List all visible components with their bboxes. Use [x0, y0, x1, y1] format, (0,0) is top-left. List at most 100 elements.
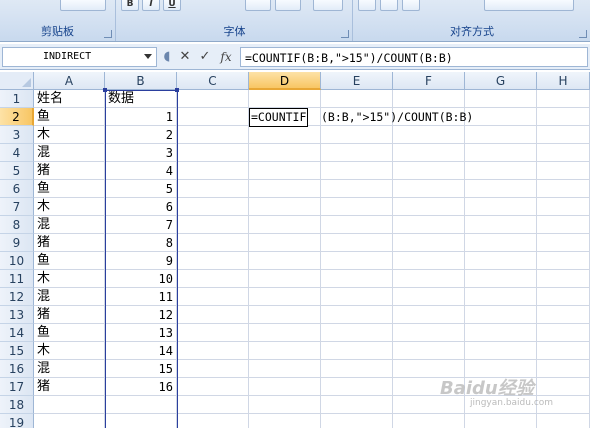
cancel-icon[interactable]: ✕ [176, 47, 194, 67]
column-header-e[interactable]: E [321, 72, 393, 90]
row-header-2[interactable]: 2 [0, 108, 34, 126]
selection-border-top [105, 90, 178, 91]
cell-b1-header[interactable]: 数据 [105, 90, 177, 108]
cell-name[interactable]: 猪 [34, 378, 105, 396]
column-header-c[interactable]: C [177, 72, 249, 90]
align-left-button[interactable] [358, 0, 376, 11]
cell-value[interactable]: 10 [105, 270, 177, 288]
editing-cell-overflow: (B:B,">15")/COUNT(B:B) [321, 110, 474, 124]
enter-icon[interactable]: ✓ [196, 47, 214, 67]
row-header-16[interactable]: 16 [0, 360, 34, 378]
align-center-button[interactable] [380, 0, 398, 11]
cell-name[interactable]: 猪 [34, 162, 105, 180]
row-header-6[interactable]: 6 [0, 180, 34, 198]
select-all-corner[interactable] [0, 72, 34, 90]
row-header-11[interactable]: 11 [0, 270, 34, 288]
alignment-group: 对齐方式 [354, 0, 590, 41]
cell-value[interactable]: 7 [105, 216, 177, 234]
column-header-a[interactable]: A [34, 72, 105, 90]
cell-value[interactable]: 15 [105, 360, 177, 378]
name-box[interactable]: INDIRECT [2, 47, 157, 67]
cell-value[interactable]: 11 [105, 288, 177, 306]
selection-handle[interactable] [175, 88, 179, 92]
cell-value[interactable]: 4 [105, 162, 177, 180]
row-header-15[interactable]: 15 [0, 342, 34, 360]
cell-value[interactable]: 8 [105, 234, 177, 252]
watermark-url: jingyan.baidu.com [470, 398, 554, 408]
cell-name[interactable]: 猪 [34, 234, 105, 252]
name-box-dropdown-icon[interactable] [144, 54, 152, 59]
row-header-12[interactable]: 12 [0, 288, 34, 306]
cell-name[interactable]: 混 [34, 216, 105, 234]
formula-tools: ◖ ✕ ✓ fx [160, 47, 236, 67]
row-header-5[interactable]: 5 [0, 162, 34, 180]
column-header-h[interactable]: H [537, 72, 590, 90]
ribbon: 剪贴板 B I U 字体 对齐方式 [0, 0, 590, 42]
cell-name[interactable]: 鱼 [34, 180, 105, 198]
cell-name[interactable]: 鱼 [34, 108, 105, 126]
cell-value[interactable]: 6 [105, 198, 177, 216]
cell-value[interactable]: 5 [105, 180, 177, 198]
row-header-19[interactable]: 19 [0, 414, 34, 428]
cell-value[interactable]: 1 [105, 108, 177, 126]
cell-value[interactable]: 2 [105, 126, 177, 144]
gridline-horizontal [34, 413, 590, 414]
bold-button[interactable]: B [121, 0, 139, 11]
column-header-d[interactable]: D [249, 72, 321, 90]
formula-input[interactable]: =COUNTIF(B:B,">15")/COUNT(B:B) [240, 47, 588, 67]
clipboard-group: 剪贴板 [0, 0, 116, 41]
format-painter-button[interactable] [60, 0, 106, 11]
cell-a1-header[interactable]: 姓名 [34, 90, 105, 108]
row-header-17[interactable]: 17 [0, 378, 34, 396]
phonetic-button[interactable] [313, 0, 343, 11]
cell-value[interactable]: 3 [105, 144, 177, 162]
select-all-icon [22, 78, 31, 87]
fill-color-button[interactable] [245, 0, 271, 11]
column-header-g[interactable]: G [465, 72, 537, 90]
cell-value[interactable]: 12 [105, 306, 177, 324]
row-header-10[interactable]: 10 [0, 252, 34, 270]
column-header-f[interactable]: F [393, 72, 465, 90]
font-color-button[interactable] [275, 0, 301, 11]
cell-value[interactable]: 14 [105, 342, 177, 360]
align-right-button[interactable] [402, 0, 420, 11]
clipboard-launcher-icon[interactable] [104, 30, 112, 38]
clipboard-group-label: 剪贴板 [41, 25, 74, 38]
cell-name[interactable]: 猪 [34, 306, 105, 324]
cell-name[interactable]: 木 [34, 126, 105, 144]
row-header-1[interactable]: 1 [0, 90, 34, 108]
font-launcher-icon[interactable] [341, 30, 349, 38]
insert-function-icon[interactable]: fx [216, 47, 236, 67]
cell-value[interactable]: 16 [105, 378, 177, 396]
row-header-4[interactable]: 4 [0, 144, 34, 162]
editing-cell-d2[interactable]: =COUNTIF [249, 108, 309, 127]
row-header-9[interactable]: 9 [0, 234, 34, 252]
merge-center-button[interactable] [484, 0, 574, 11]
row-header-8[interactable]: 8 [0, 216, 34, 234]
cell-name[interactable]: 鱼 [34, 324, 105, 342]
alignment-launcher-icon[interactable] [579, 30, 587, 38]
italic-button[interactable]: I [142, 0, 160, 11]
cell-name[interactable]: 木 [34, 270, 105, 288]
cell-name[interactable]: 混 [34, 360, 105, 378]
row-header-7[interactable]: 7 [0, 198, 34, 216]
cell-name[interactable]: 木 [34, 342, 105, 360]
cell-name[interactable]: 混 [34, 288, 105, 306]
row-header-18[interactable]: 18 [0, 396, 34, 414]
formula-bar-separator-icon: ◖ [163, 49, 171, 64]
cell-name[interactable]: 木 [34, 198, 105, 216]
cell-name[interactable]: 混 [34, 144, 105, 162]
row-header-14[interactable]: 14 [0, 324, 34, 342]
formula-bar: INDIRECT ◖ ✕ ✓ fx =COUNTIF(B:B,">15")/CO… [0, 44, 590, 70]
cell-value[interactable]: 9 [105, 252, 177, 270]
selection-handle[interactable] [103, 88, 107, 92]
row-header-3[interactable]: 3 [0, 126, 34, 144]
column-header-b[interactable]: B [105, 72, 177, 90]
row-header-13[interactable]: 13 [0, 306, 34, 324]
cell-value[interactable]: 13 [105, 324, 177, 342]
watermark-logo: Baidu经验 [440, 378, 534, 399]
font-group-label: 字体 [223, 25, 246, 38]
underline-button[interactable]: U [163, 0, 181, 11]
cell-name[interactable]: 鱼 [34, 252, 105, 270]
alignment-group-label: 对齐方式 [450, 25, 494, 38]
